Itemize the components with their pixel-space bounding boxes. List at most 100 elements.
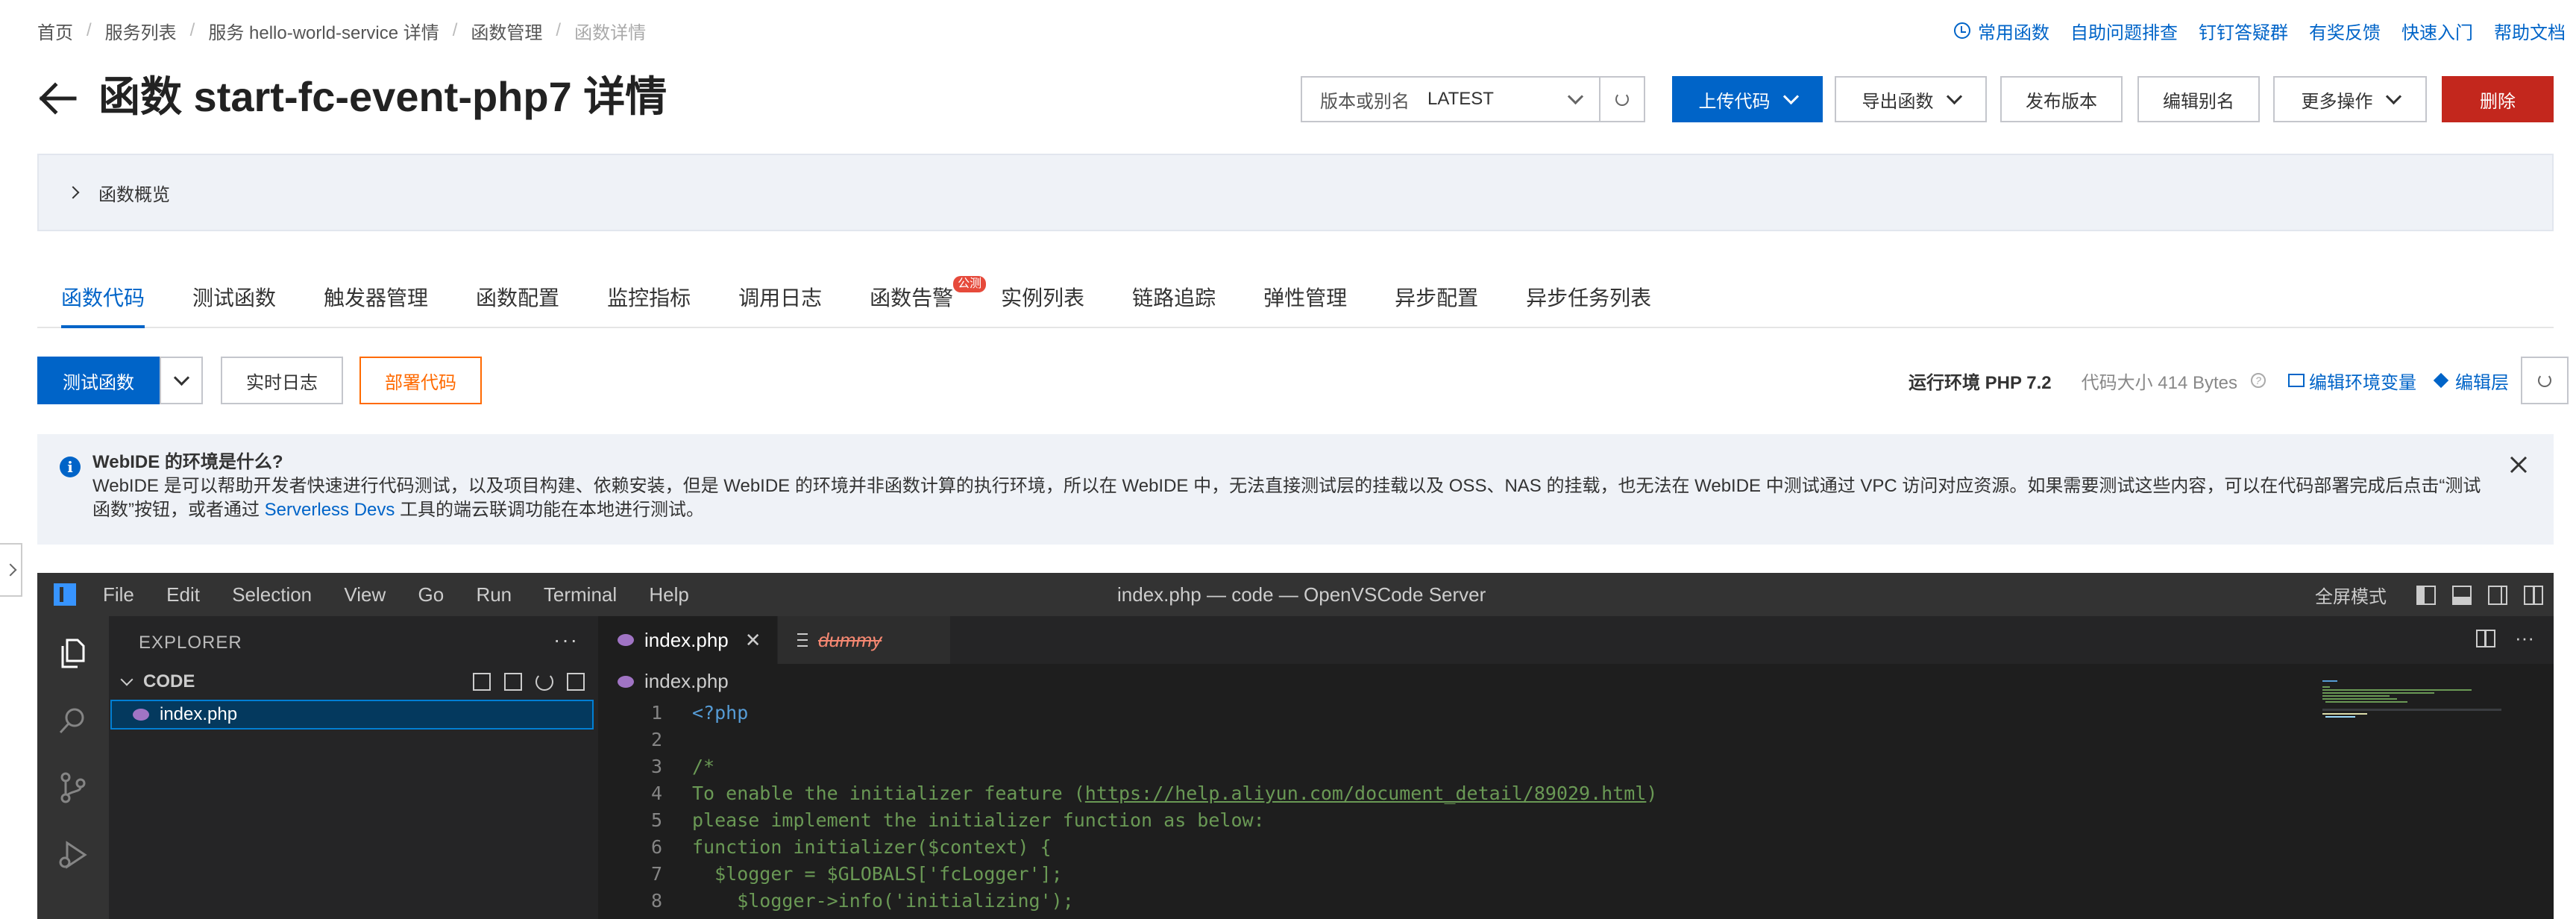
file-index-php[interactable]: index.php — [110, 700, 594, 730]
edit-env-vars-link[interactable]: 编辑环境变量 — [2288, 368, 2416, 394]
tab-triggers[interactable]: 触发器管理 — [300, 267, 452, 327]
chevron-down-icon — [1567, 88, 1584, 104]
help-icon[interactable]: ? — [2251, 373, 2266, 388]
toggle-panel-icon[interactable] — [2452, 585, 2472, 605]
link-help-docs[interactable]: 帮助文档 — [2494, 18, 2566, 44]
source-control-icon[interactable] — [55, 770, 91, 806]
test-function-button[interactable]: 测试函数 — [37, 357, 160, 404]
top-links: 常用函数 自助问题排查 钉钉答疑群 有奖反馈 快速入门 帮助文档 — [1954, 18, 2566, 43]
code-line: 5 please implement the initializer functi… — [598, 807, 2554, 834]
php-file-icon — [618, 675, 634, 688]
search-icon[interactable] — [55, 703, 91, 738]
link-self-troubleshoot[interactable]: 自助问题排查 — [2070, 18, 2178, 44]
upload-code-button[interactable]: 上传代码 — [1672, 76, 1823, 122]
explorer-icon[interactable] — [55, 636, 91, 671]
editor-tab-index-php[interactable]: index.php ✕ — [598, 616, 777, 664]
breadcrumb-current: 函数详情 — [574, 22, 647, 43]
menu-run[interactable]: Run — [476, 583, 512, 606]
tab-function-code[interactable]: 函数代码 — [37, 267, 169, 328]
tab-label: 监控指标 — [607, 286, 691, 310]
tab-alerts[interactable]: 函数告警 公测 — [846, 267, 987, 327]
menu-terminal[interactable]: Terminal — [544, 583, 617, 606]
tab-tracing[interactable]: 链路追踪 — [1108, 267, 1240, 327]
version-select[interactable]: 版本或别名 LATEST — [1301, 76, 1600, 122]
more-actions-button[interactable]: 更多操作 — [2273, 76, 2427, 122]
link-common-functions[interactable]: 常用函数 — [1954, 18, 2049, 44]
env-vars-icon — [2288, 374, 2305, 387]
tab-async-config[interactable]: 异步配置 — [1371, 267, 1502, 327]
editor-tab-dummy[interactable]: dummy — [777, 616, 950, 664]
edit-layer-link[interactable]: 编辑层 — [2433, 368, 2509, 394]
file-name: index.php — [160, 704, 238, 724]
code-url-link[interactable]: https://help.aliyun.com/document_detail/… — [1085, 780, 1647, 807]
publish-version-button[interactable]: 发布版本 — [2000, 76, 2123, 122]
link-quickstart[interactable]: 快速入门 — [2401, 18, 2473, 44]
fullscreen-button[interactable]: 全屏模式 — [2315, 582, 2387, 608]
link-dingtalk-group[interactable]: 钉钉答疑群 — [2199, 18, 2288, 44]
breadcrumb-service-list[interactable]: 服务列表 — [105, 18, 177, 44]
minimap-line — [2322, 689, 2472, 691]
realtime-logs-button[interactable]: 实时日志 — [221, 357, 343, 404]
side-panel-handle[interactable] — [0, 543, 22, 597]
refresh-version-button[interactable] — [1599, 76, 1645, 122]
vscode-titlebar: File Edit Selection View Go Run Terminal… — [37, 573, 2554, 616]
more-actions-label: 更多操作 — [2301, 91, 2373, 112]
new-folder-icon[interactable] — [504, 673, 522, 691]
line-number: 2 — [650, 729, 662, 750]
menu-selection[interactable]: Selection — [232, 583, 312, 606]
run-debug-icon[interactable] — [55, 837, 91, 873]
collapse-all-icon[interactable] — [567, 673, 585, 691]
toggle-secondary-sidebar-icon[interactable] — [2488, 585, 2507, 605]
folder-code[interactable]: CODE — [116, 668, 594, 695]
menu-view[interactable]: View — [344, 583, 386, 606]
php-file-icon — [618, 634, 634, 646]
tab-test-function[interactable]: 测试函数 — [169, 267, 300, 327]
export-function-button[interactable]: 导出函数 — [1835, 76, 1987, 122]
upload-code-label: 上传代码 — [1698, 91, 1771, 112]
line-number: 1 — [650, 702, 662, 724]
tab-invocation-logs[interactable]: 调用日志 — [714, 267, 846, 327]
menu-go[interactable]: Go — [418, 583, 444, 606]
code-lines[interactable]: 1 <?php 2 3 /* 4 To enable the initializer … — [598, 700, 2554, 915]
tab-label: 链路追踪 — [1132, 286, 1216, 310]
vscode-menu: File Edit Selection View Go Run Terminal… — [103, 583, 716, 606]
menu-file[interactable]: File — [103, 583, 134, 606]
edit-alias-button[interactable]: 编辑别名 — [2137, 76, 2260, 122]
tab-label: 测试函数 — [192, 286, 277, 310]
tab-scaling[interactable]: 弹性管理 — [1240, 267, 1371, 327]
function-overview-toggle[interactable]: 函数概览 — [37, 154, 2554, 231]
split-editor-icon[interactable] — [2476, 629, 2496, 647]
breadcrumb-service-detail[interactable]: 服务 hello-world-service 详情 — [208, 18, 439, 44]
menu-help[interactable]: Help — [649, 583, 688, 606]
back-arrow-icon[interactable] — [37, 78, 79, 119]
new-file-icon[interactable] — [473, 673, 491, 691]
link-feedback[interactable]: 有奖反馈 — [2309, 18, 2381, 44]
tab-async-tasks[interactable]: 异步任务列表 — [1502, 267, 1675, 327]
close-icon[interactable] — [2506, 452, 2531, 477]
close-tab-icon[interactable]: ✕ — [745, 629, 761, 652]
tab-instances[interactable]: 实例列表 — [977, 267, 1108, 327]
page-title: 函数 start-fc-event-php7 详情 — [98, 73, 667, 120]
breadcrumb-function-mgmt[interactable]: 函数管理 — [471, 18, 542, 44]
refresh-button[interactable] — [2521, 357, 2569, 404]
tab-function-config[interactable]: 函数配置 — [452, 267, 583, 327]
breadcrumb-file[interactable]: index.php — [644, 670, 729, 693]
test-options-dropdown[interactable] — [160, 357, 203, 404]
delete-button[interactable]: 删除 — [2442, 76, 2554, 122]
deploy-code-button[interactable]: 部署代码 — [359, 357, 482, 404]
notice-title: WebIDE 的环境是什么? — [92, 452, 283, 472]
refresh-explorer-icon[interactable] — [535, 673, 553, 691]
customize-layout-icon[interactable] — [2524, 585, 2543, 605]
more-actions-icon[interactable]: ··· — [553, 628, 579, 652]
tab-label: 弹性管理 — [1263, 286, 1348, 310]
minimap[interactable] — [2322, 676, 2501, 765]
toggle-sidebar-icon[interactable] — [2416, 585, 2436, 605]
serverless-devs-link[interactable]: Serverless Devs — [265, 500, 395, 520]
breadcrumb-home[interactable]: 首页 — [37, 18, 73, 44]
overview-label: 函数概览 — [98, 184, 170, 205]
menu-edit[interactable]: Edit — [166, 583, 200, 606]
code-text: /* — [692, 756, 715, 777]
more-actions-icon[interactable]: ··· — [2515, 627, 2534, 650]
code-line: 1 <?php — [598, 700, 2554, 727]
tab-metrics[interactable]: 监控指标 — [583, 267, 714, 327]
